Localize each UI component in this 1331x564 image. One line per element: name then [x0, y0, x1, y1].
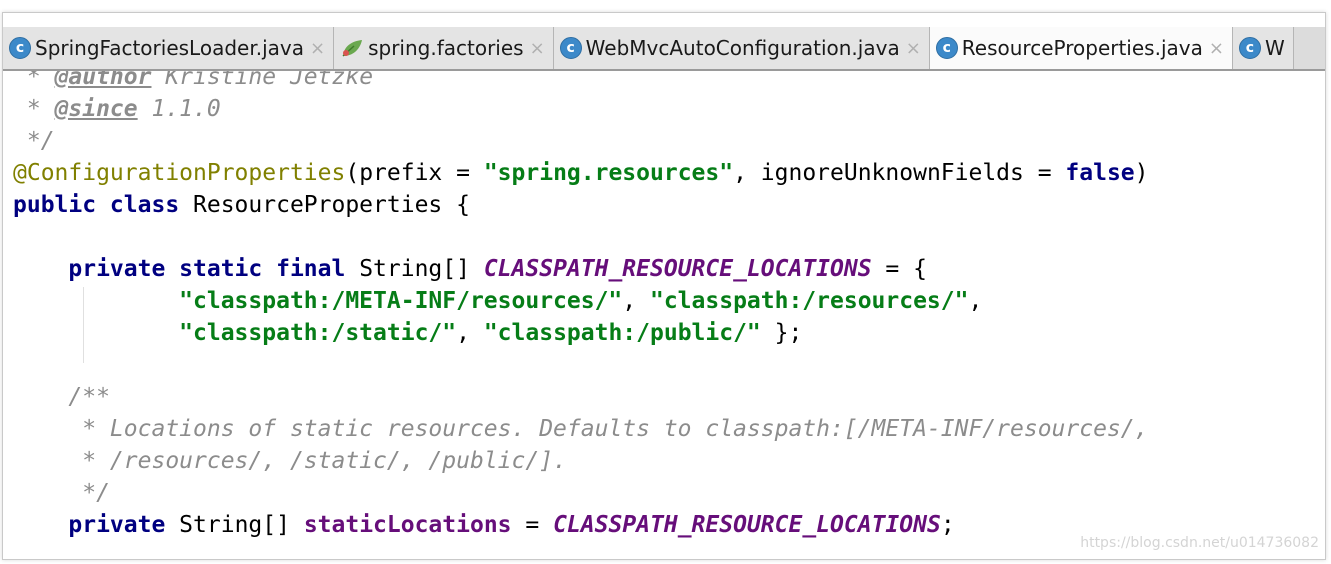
tab-label: WebMvcAutoConfiguration.java: [585, 36, 900, 60]
editor-tab-bar: c SpringFactoriesLoader.java × spring.fa…: [3, 27, 1325, 71]
tab-label: ResourceProperties.java: [961, 36, 1203, 60]
code-line: * @author Kristine Jetzke: [13, 71, 374, 90]
code-line: /**: [13, 384, 110, 410]
tab-truncated[interactable]: c W: [1232, 27, 1294, 69]
java-class-icon: c: [9, 37, 31, 59]
java-class-icon: c: [559, 37, 582, 59]
code-line: * /resources/, /static/, /public/].: [13, 448, 567, 474]
code-line: private static final String[] CLASSPATH_…: [68, 256, 927, 282]
code-line: */: [13, 480, 110, 506]
ide-window: c SpringFactoriesLoader.java × spring.fa…: [2, 12, 1326, 560]
java-class-icon: c: [935, 37, 958, 59]
close-icon[interactable]: ×: [310, 38, 325, 59]
tab-label: SpringFactoriesLoader.java: [35, 36, 304, 60]
spring-leaf-icon: [340, 37, 364, 59]
tab-spring-factories[interactable]: spring.factories ×: [334, 27, 554, 69]
code-line: public class ResourceProperties {: [13, 192, 470, 218]
tab-springfactoriesloader[interactable]: c SpringFactoriesLoader.java ×: [3, 27, 335, 69]
close-icon[interactable]: ×: [1209, 38, 1224, 59]
watermark: https://blog.csdn.net/u014736082: [1080, 535, 1319, 551]
tab-label: spring.factories: [368, 36, 524, 60]
tab-resourceproperties[interactable]: c ResourceProperties.java ×: [929, 27, 1233, 69]
code-line: * @since 1.1.0: [13, 96, 221, 122]
code-line: private String[] staticLocations = CLASS…: [68, 512, 955, 538]
close-icon[interactable]: ×: [530, 38, 545, 59]
tab-webmvcautoconfiguration[interactable]: c WebMvcAutoConfiguration.java ×: [553, 27, 930, 69]
close-icon[interactable]: ×: [906, 38, 921, 59]
tab-label: W: [1264, 36, 1285, 60]
code-line: * Locations of static resources. Default…: [13, 416, 1149, 442]
code-line: "classpath:/META-INF/resources/", "class…: [179, 288, 983, 314]
code-line: */: [13, 128, 55, 154]
code-line: @ConfigurationProperties(prefix = "sprin…: [13, 160, 1149, 186]
code-editor[interactable]: * @author Kristine Jetzke * @since 1.1.0…: [3, 71, 1325, 559]
java-class-icon: c: [1238, 37, 1261, 59]
code-line: "classpath:/static/", "classpath:/public…: [179, 320, 803, 346]
